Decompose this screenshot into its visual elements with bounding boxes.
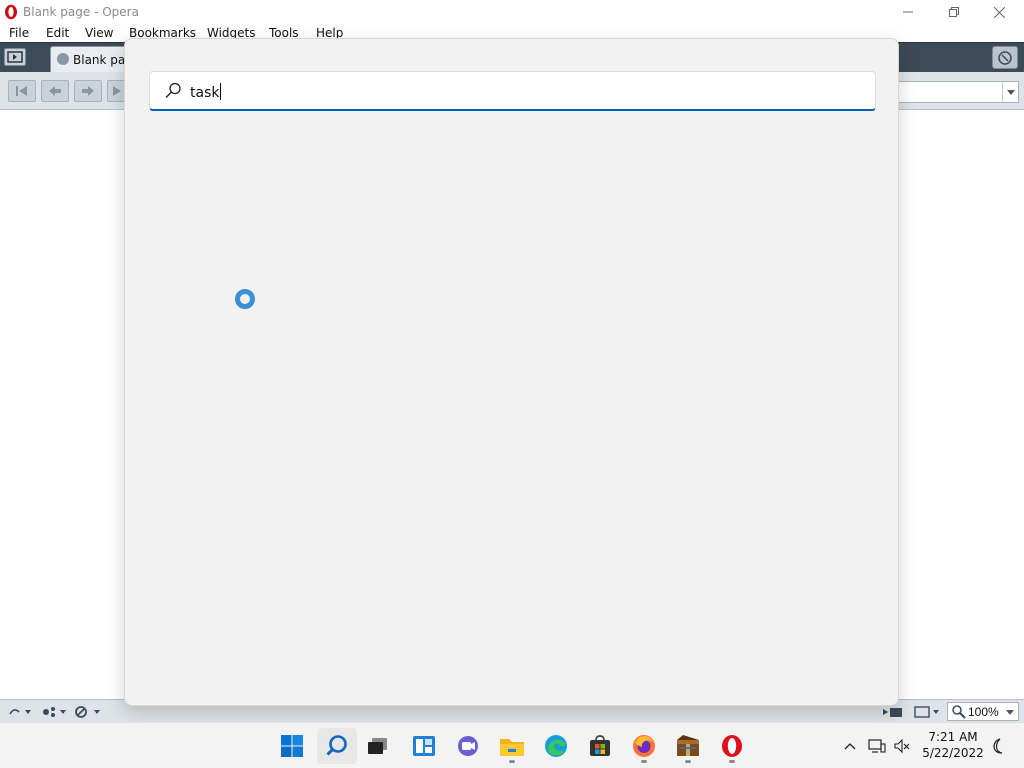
network-icon [868, 739, 886, 753]
chevron-up-icon [844, 743, 856, 750]
back-button[interactable] [41, 80, 69, 102]
restore-button[interactable] [931, 0, 977, 24]
start-button[interactable] [272, 728, 312, 764]
search-query: task [190, 85, 220, 101]
minimize-button[interactable] [885, 0, 931, 24]
camera-icon [883, 707, 902, 717]
moon-icon [993, 738, 1003, 754]
edge-button[interactable] [536, 728, 576, 764]
widgets-button[interactable] [404, 728, 444, 764]
fast-forward-icon [113, 86, 121, 96]
magnifier-icon [952, 705, 966, 719]
task-view-button[interactable] [358, 728, 398, 764]
running-indicator [685, 760, 691, 763]
minimize-icon [903, 11, 913, 13]
search-icon [326, 735, 347, 756]
show-hidden-icons-button[interactable] [840, 723, 860, 768]
zoom-control[interactable]: 100% [947, 702, 1019, 721]
turbo-icon [9, 708, 31, 714]
title-bar: Blank page - Opera [0, 0, 1024, 24]
forward-arrow-icon [82, 86, 94, 96]
turbo-button[interactable] [8, 704, 32, 719]
view-mode-button[interactable] [914, 704, 942, 719]
closed-tabs-button[interactable] [992, 46, 1018, 69]
rewind-icon [16, 86, 27, 96]
opera-icon [722, 735, 742, 757]
window-icon [914, 705, 939, 718]
chat-icon [458, 736, 478, 756]
edge-icon [545, 735, 567, 757]
search-field-right[interactable] [898, 81, 1019, 103]
opera-button[interactable] [712, 728, 752, 764]
folder-icon [500, 739, 524, 756]
chevron-down-icon [1006, 89, 1015, 95]
menu-edit[interactable]: Edit [46, 26, 69, 40]
firefox-icon [633, 735, 655, 757]
forward-button[interactable] [74, 80, 102, 102]
back-arrow-icon [49, 86, 61, 96]
focus-assist-button[interactable] [988, 723, 1008, 768]
network-button[interactable] [866, 723, 888, 768]
closed-tabs-icon [998, 50, 1012, 65]
restore-icon [949, 7, 959, 17]
running-indicator [509, 760, 515, 763]
search-input[interactable]: task [149, 71, 876, 111]
menu-view[interactable]: View [85, 26, 113, 40]
menu-file[interactable]: File [9, 26, 29, 40]
clock-time: 7:21 AM [928, 730, 978, 744]
running-indicator [729, 760, 735, 763]
clock-date: 5/22/2022 [922, 746, 984, 760]
file-explorer-button[interactable] [492, 728, 532, 764]
store-button[interactable] [580, 728, 620, 764]
panel-icon [7, 51, 23, 63]
zoom-level: 100% [968, 704, 999, 719]
winrar-button[interactable] [668, 728, 708, 764]
running-indicator [641, 760, 647, 763]
unite-icon [43, 706, 66, 717]
close-icon [993, 6, 1005, 18]
firefox-button[interactable] [624, 728, 664, 764]
show-images-button[interactable] [882, 704, 906, 719]
block-icon [75, 705, 100, 718]
volume-button[interactable] [892, 723, 914, 768]
chat-button[interactable] [448, 728, 488, 764]
unite-button[interactable] [41, 704, 67, 719]
taskbar: 7:21 AM 5/22/2022 [0, 722, 1024, 768]
search-button[interactable] [317, 728, 357, 764]
search-icon [165, 82, 181, 98]
content-blocker-button[interactable] [74, 704, 102, 719]
chevron-down-icon [1006, 710, 1014, 715]
clock[interactable]: 7:21 AM 5/22/2022 [918, 729, 988, 761]
loading-spinner-icon [235, 289, 255, 309]
windows-logo-icon [281, 735, 303, 757]
task-view-icon [368, 738, 387, 754]
page-icon [57, 53, 69, 65]
widgets-icon [413, 736, 435, 756]
winrar-icon [677, 735, 699, 756]
opera-logo-icon [5, 4, 17, 20]
rewind-button[interactable] [8, 80, 36, 102]
window-title: Blank page - Opera [23, 5, 139, 19]
text-caret [220, 83, 222, 100]
search-dropdown-button[interactable] [1002, 82, 1018, 102]
close-button[interactable] [976, 0, 1022, 24]
panel-toggle-button[interactable] [4, 48, 26, 66]
search-flyout: task [124, 38, 899, 706]
volume-muted-icon [894, 738, 910, 754]
store-icon [590, 735, 610, 756]
